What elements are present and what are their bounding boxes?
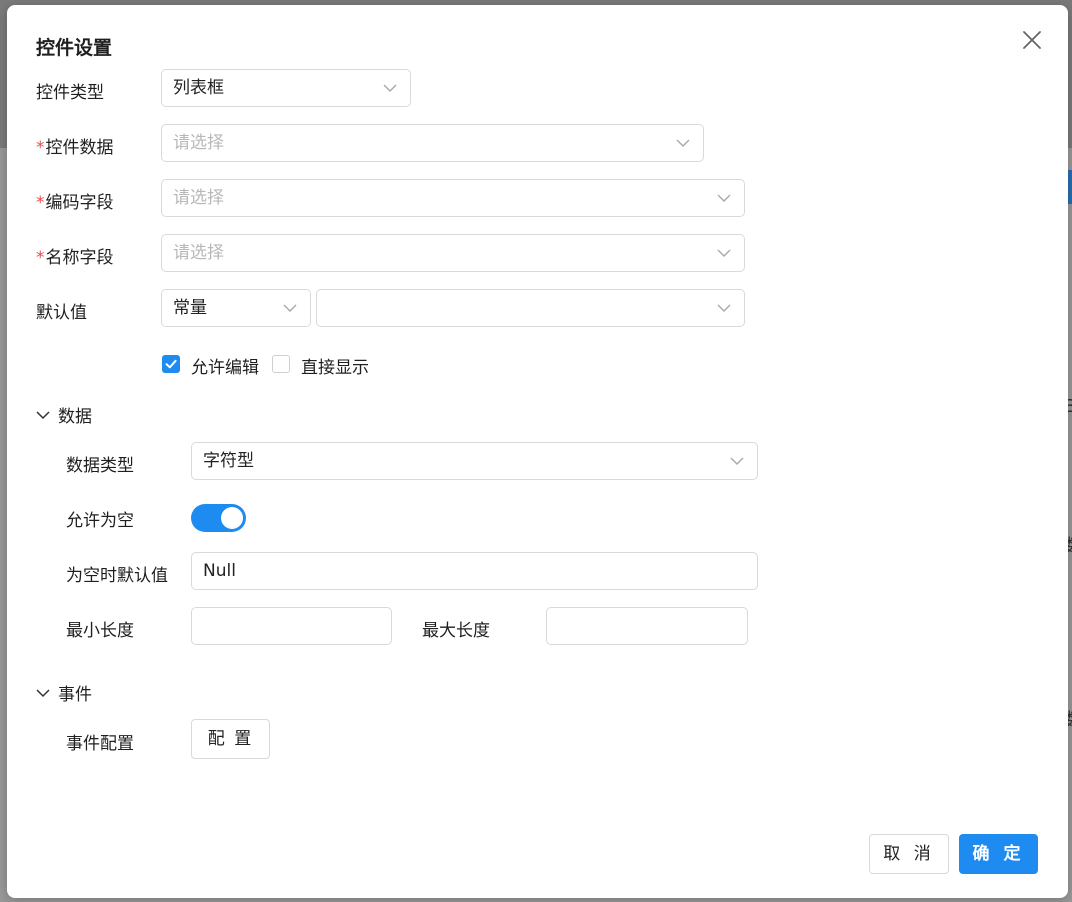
chevron-down-icon <box>730 456 744 466</box>
name-field-select[interactable]: 请选择 <box>161 234 745 272</box>
min-length-label: 最小长度 <box>66 621 134 641</box>
allow-null-label: 允许为空 <box>66 511 134 531</box>
allow-edit-label: 允许编辑 <box>191 358 259 378</box>
code-field-label: *编码字段 <box>36 188 114 213</box>
control-data-placeholder: 请选择 <box>173 133 224 153</box>
code-field-placeholder: 请选择 <box>173 188 224 208</box>
chevron-down-icon <box>383 83 397 93</box>
name-field-placeholder: 请选择 <box>173 243 224 263</box>
control-type-label: 控件类型 <box>36 83 104 103</box>
name-field-label-text: 名称字段 <box>45 248 114 268</box>
min-length-input[interactable] <box>191 607 392 645</box>
chevron-down-icon <box>717 303 731 313</box>
name-field-label: *名称字段 <box>36 243 114 268</box>
event-section-toggle[interactable]: 事件 <box>36 680 92 705</box>
control-type-select[interactable]: 列表框 <box>161 69 411 107</box>
data-section-title: 数据 <box>58 407 92 427</box>
confirm-button[interactable]: 确 定 <box>959 834 1038 874</box>
event-config-button[interactable]: 配 置 <box>191 719 270 759</box>
default-value-mode-select[interactable]: 常量 <box>161 289 311 327</box>
allow-null-switch[interactable] <box>191 504 246 532</box>
dialog-title: 控件设置 <box>36 37 113 59</box>
event-config-label: 事件配置 <box>66 734 134 754</box>
default-value-mode: 常量 <box>173 298 207 318</box>
data-type-label: 数据类型 <box>66 456 134 476</box>
control-settings-dialog: 控件设置 控件类型 列表框 *控件数据 请选择 *编码字段 请选择 *名称字段 <box>7 5 1068 898</box>
chevron-down-icon <box>36 410 50 419</box>
chevron-down-icon <box>676 138 690 148</box>
default-value-select[interactable] <box>316 289 745 327</box>
chevron-down-icon <box>36 688 50 697</box>
code-field-select[interactable]: 请选择 <box>161 179 745 217</box>
event-section-title: 事件 <box>58 685 92 705</box>
control-data-select[interactable]: 请选择 <box>161 124 704 162</box>
control-type-value: 列表框 <box>173 78 224 98</box>
allow-edit-checkbox[interactable] <box>162 355 180 373</box>
max-length-label: 最大长度 <box>422 621 490 641</box>
data-section-toggle[interactable]: 数据 <box>36 402 92 427</box>
default-value-label: 默认值 <box>36 303 87 323</box>
chevron-down-icon <box>717 248 731 258</box>
data-type-value: 字符型 <box>203 451 254 471</box>
cancel-button[interactable]: 取 消 <box>869 834 949 874</box>
null-default-input[interactable]: Null <box>191 552 758 590</box>
control-data-label-text: 控件数据 <box>45 138 114 158</box>
check-icon <box>165 359 177 369</box>
data-type-select[interactable]: 字符型 <box>191 442 758 480</box>
switch-knob <box>221 507 243 529</box>
chevron-down-icon <box>283 303 297 313</box>
code-field-label-text: 编码字段 <box>45 193 114 213</box>
close-icon <box>1023 31 1041 49</box>
required-mark: * <box>36 248 45 268</box>
close-button[interactable] <box>1021 29 1043 51</box>
direct-display-label: 直接显示 <box>301 358 369 378</box>
null-default-label: 为空时默认值 <box>66 566 168 586</box>
max-length-input[interactable] <box>546 607 748 645</box>
control-data-label: *控件数据 <box>36 133 114 158</box>
chevron-down-icon <box>717 193 731 203</box>
required-mark: * <box>36 138 45 158</box>
direct-display-checkbox[interactable] <box>272 355 290 373</box>
required-mark: * <box>36 193 45 213</box>
